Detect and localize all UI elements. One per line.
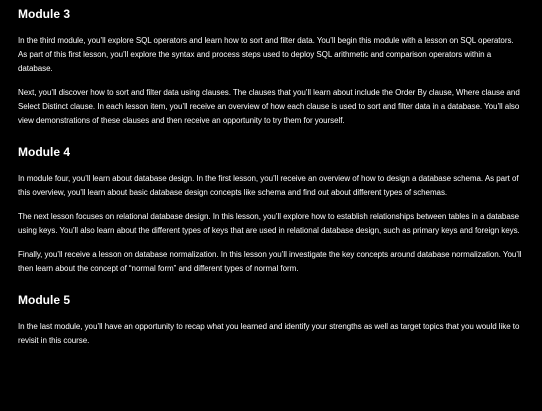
module-3-paragraph-2: Next, you’ll discover how to sort and fi… — [18, 88, 520, 125]
module-4-paragraph-2: The next lesson focuses on relational da… — [18, 212, 520, 235]
module-5-heading: Module 5 — [18, 293, 71, 307]
module-5-section: Module 5 In the last module, you’ll have… — [18, 292, 524, 348]
module-3-heading: Module 3 — [18, 7, 71, 21]
module-4-paragraph-3: Finally, you’ll receive a lesson on data… — [18, 250, 522, 273]
module-3-paragraph-1: In the third module, you’ll explore SQL … — [18, 36, 514, 73]
module-3-section: Module 3 In the third module, you’ll exp… — [18, 6, 524, 128]
course-content: Module 3 In the third module, you’ll exp… — [0, 0, 542, 348]
module-4-paragraph-1: In module four, you’ll learn about datab… — [18, 174, 519, 197]
module-4-heading: Module 4 — [18, 145, 71, 159]
module-5-paragraph-1: In the last module, you’ll have an oppor… — [18, 322, 520, 345]
module-4-section: Module 4 In module four, you’ll learn ab… — [18, 144, 524, 276]
